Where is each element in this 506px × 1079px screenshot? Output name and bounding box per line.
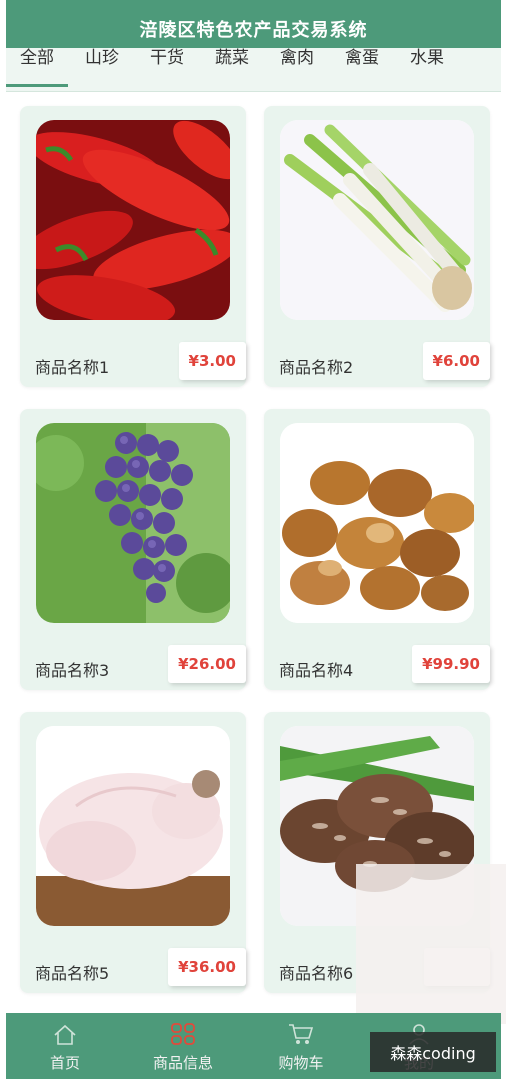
blurred-overlay [356,864,506,1024]
product-price: ¥99.90 [412,645,490,683]
cart-icon [289,1024,314,1044]
tab-eggs[interactable]: 禽蛋 [345,48,379,80]
tabbar-label: 首页 [49,1054,80,1072]
page-title: 涪陵区特色农产品交易系统 [139,20,368,41]
product-price: ¥26.00 [168,645,246,683]
tab-vegetables[interactable]: 蔬菜 [215,48,249,80]
tab-all[interactable]: 全部 [6,48,68,87]
category-tabs: 全部 山珍 干货 蔬菜 禽肉 禽蛋 水果 [6,48,501,92]
product-card[interactable]: 商品名称2 ¥6.00 [264,106,490,387]
tab-dried-goods[interactable]: 干货 [150,48,184,80]
product-card[interactable]: 商品名称5 ¥36.00 [20,712,246,993]
product-name: 商品名称6 [279,964,354,983]
product-image-green-onion [280,120,474,320]
product-name: 商品名称4 [279,661,354,680]
product-card[interactable]: 商品名称1 ¥3.00 [20,106,246,387]
tab-fruit[interactable]: 水果 [410,48,444,80]
product-card[interactable]: 商品名称4 ¥99.90 [264,409,490,690]
product-price: ¥36.00 [168,948,246,986]
product-name: 商品名称5 [35,964,110,983]
home-icon [54,1024,76,1045]
product-card[interactable]: 商品名称3 ¥26.00 [20,409,246,690]
tabbar-item-cart[interactable]: 购物车 [242,1013,360,1079]
product-image-grapes [36,423,230,623]
tabbar-label: 购物车 [278,1054,324,1072]
watermark: 森森coding [370,1032,496,1072]
product-price: ¥3.00 [178,342,246,380]
tabbar-label: 商品信息 [152,1054,213,1072]
product-image-chicken [36,726,230,926]
product-name: 商品名称1 [35,358,110,377]
tabbar-item-products[interactable]: 商品信息 [124,1013,242,1079]
grid-icon [171,1023,195,1045]
product-name: 商品名称3 [35,661,110,680]
tab-mountain-delicacies[interactable]: 山珍 [85,48,119,80]
tabbar-item-home[interactable]: 首页 [6,1013,124,1079]
product-image-dried-mushrooms [280,423,474,623]
product-price: ¥6.00 [422,342,490,380]
product-name: 商品名称2 [279,358,354,377]
tab-poultry[interactable]: 禽肉 [280,48,314,80]
product-image-chili [36,120,230,320]
